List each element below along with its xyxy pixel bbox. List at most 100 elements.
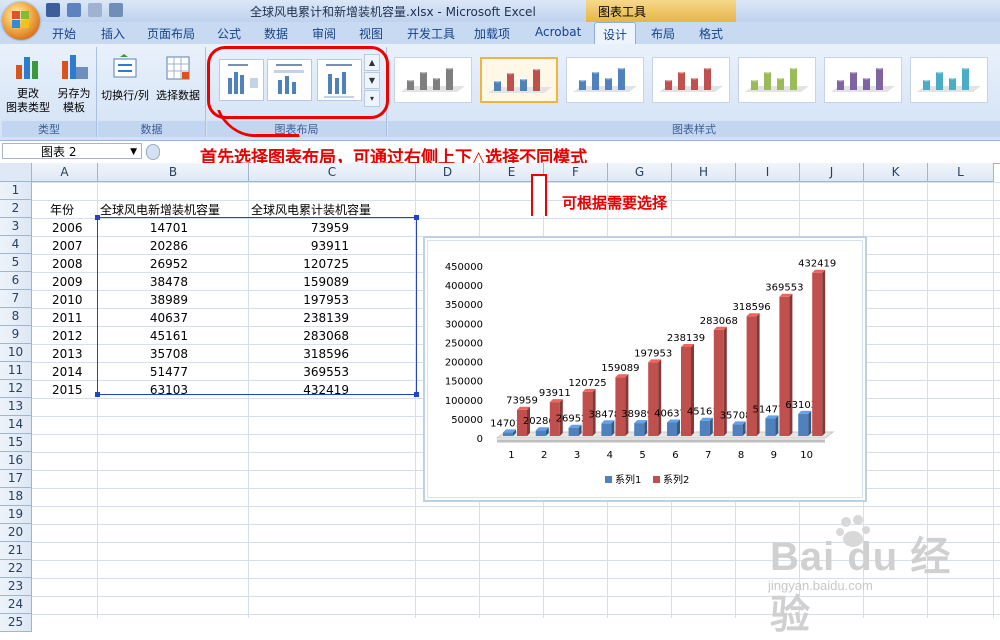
- tab-7[interactable]: 开发工具: [407, 25, 455, 42]
- row-header-21[interactable]: 21: [0, 542, 32, 560]
- redo-icon[interactable]: [88, 3, 102, 17]
- x-tick-label: 1: [508, 450, 514, 461]
- name-box[interactable]: 图表 2 ▼: [2, 143, 142, 159]
- row-header-25[interactable]: 25: [0, 614, 32, 632]
- row-header-15[interactable]: 15: [0, 434, 32, 452]
- bar-side: [775, 415, 779, 436]
- y-tick-label: 300000: [445, 319, 483, 330]
- row-header-2[interactable]: 2: [0, 200, 32, 218]
- cell[interactable]: 2013: [52, 345, 92, 363]
- legend-label: 系列2: [663, 473, 689, 486]
- column-header-K[interactable]: K: [864, 163, 928, 182]
- chart-style-preview-icon: [917, 66, 981, 92]
- cell[interactable]: 2007: [52, 237, 92, 255]
- column-header-D[interactable]: D: [416, 163, 480, 182]
- highlight-oval: [207, 46, 389, 119]
- row-header-9[interactable]: 9: [0, 326, 32, 344]
- row-header-13[interactable]: 13: [0, 398, 32, 416]
- chart-style-1[interactable]: [394, 57, 472, 103]
- annotation-arrow-shaft: [531, 174, 547, 216]
- column-header-A[interactable]: A: [32, 163, 98, 182]
- chart-style-7[interactable]: [910, 57, 988, 103]
- column-header-J[interactable]: J: [800, 163, 864, 182]
- row-header-8[interactable]: 8: [0, 308, 32, 326]
- select-data-button[interactable]: 选择数据: [152, 53, 204, 103]
- chart-object[interactable]: 450000 400000 350000 300000 250000 200000 1500…: [423, 236, 867, 502]
- chart-style-preview-icon: [745, 66, 809, 92]
- change-chart-type-button[interactable]: 更改 图表类型: [6, 51, 50, 115]
- data-label: 73959: [506, 396, 538, 407]
- row-header-20[interactable]: 20: [0, 524, 32, 542]
- office-button[interactable]: [2, 2, 40, 40]
- cell[interactable]: 2010: [52, 291, 92, 309]
- row-header-4[interactable]: 4: [0, 236, 32, 254]
- print-preview-icon[interactable]: [109, 3, 123, 17]
- row-header-3[interactable]: 3: [0, 218, 32, 236]
- cell[interactable]: 2015: [52, 381, 92, 399]
- cell[interactable]: 2006: [52, 219, 92, 237]
- cell[interactable]: 2011: [52, 309, 92, 327]
- name-box-dropdown-icon[interactable]: ▼: [130, 144, 137, 160]
- chart-style-preview-icon: [488, 67, 552, 93]
- cell[interactable]: 2012: [52, 327, 92, 345]
- row-header-16[interactable]: 16: [0, 452, 32, 470]
- y-tick-label: 150000: [445, 377, 483, 388]
- chart-style-3[interactable]: [566, 57, 644, 103]
- tab-4[interactable]: 数据: [264, 25, 288, 42]
- row-header-12[interactable]: 12: [0, 380, 32, 398]
- column-header-I[interactable]: I: [736, 163, 800, 182]
- row-header-10[interactable]: 10: [0, 344, 32, 362]
- select-all-corner[interactable]: [0, 163, 32, 182]
- row-header-19[interactable]: 19: [0, 506, 32, 524]
- row-header-11[interactable]: 11: [0, 362, 32, 380]
- watermark-url: jingyan.baidu.com: [768, 578, 873, 593]
- cell[interactable]: 年份: [50, 201, 98, 219]
- column-header-L[interactable]: L: [928, 163, 994, 182]
- cell[interactable]: 2014: [52, 363, 92, 381]
- row-header-5[interactable]: 5: [0, 254, 32, 272]
- save-icon[interactable]: [46, 3, 60, 17]
- save-as-template-button[interactable]: 另存为 模板: [52, 51, 96, 115]
- x-tick-label: 2: [541, 450, 547, 461]
- column-header-F[interactable]: F: [544, 163, 608, 182]
- tab-2[interactable]: 页面布局: [147, 25, 195, 42]
- row-header-6[interactable]: 6: [0, 272, 32, 290]
- chart-styles-group-label: 图表样式: [388, 121, 1000, 137]
- tab-10[interactable]: 设计: [594, 22, 637, 44]
- chart-style-4[interactable]: [652, 57, 730, 103]
- switch-row-column-button[interactable]: 切换行/列: [100, 53, 150, 103]
- row-header-22[interactable]: 22: [0, 560, 32, 578]
- chart-style-2[interactable]: [480, 57, 558, 103]
- column-header-H[interactable]: H: [672, 163, 736, 182]
- undo-icon[interactable]: [67, 3, 81, 17]
- column-header-C[interactable]: C: [249, 163, 416, 182]
- cell[interactable]: 2009: [52, 273, 92, 291]
- row-header-18[interactable]: 18: [0, 488, 32, 506]
- column-header-G[interactable]: G: [608, 163, 672, 182]
- chart-style-5[interactable]: [738, 57, 816, 103]
- tab-12[interactable]: 格式: [699, 25, 723, 42]
- row-header-24[interactable]: 24: [0, 596, 32, 614]
- chart-style-6[interactable]: [824, 57, 902, 103]
- row-header-14[interactable]: 14: [0, 416, 32, 434]
- tab-8[interactable]: 加载项: [474, 25, 510, 42]
- data-label: 283068: [700, 316, 738, 327]
- tab-11[interactable]: 布局: [651, 25, 675, 42]
- tab-5[interactable]: 审阅: [312, 25, 336, 42]
- tab-0[interactable]: 开始: [52, 25, 76, 42]
- column-header-B[interactable]: B: [98, 163, 249, 182]
- tab-6[interactable]: 视图: [359, 25, 383, 42]
- row-header-23[interactable]: 23: [0, 578, 32, 596]
- row-header-17[interactable]: 17: [0, 470, 32, 488]
- tab-9[interactable]: Acrobat: [535, 25, 581, 39]
- row-header-1[interactable]: 1: [0, 182, 32, 200]
- cell[interactable]: 2008: [52, 255, 92, 273]
- tab-1[interactable]: 插入: [101, 25, 125, 42]
- formula-bar-handle-icon[interactable]: [146, 144, 160, 160]
- bar-series1-3: [568, 427, 579, 436]
- window-title: 全球风电累计和新增装机容量.xlsx - Microsoft Excel: [250, 5, 536, 19]
- tab-3[interactable]: 公式: [217, 25, 241, 42]
- type-group: 更改 图表类型 另存为 模板 类型: [2, 47, 97, 137]
- bar-side: [625, 374, 629, 436]
- row-header-7[interactable]: 7: [0, 290, 32, 308]
